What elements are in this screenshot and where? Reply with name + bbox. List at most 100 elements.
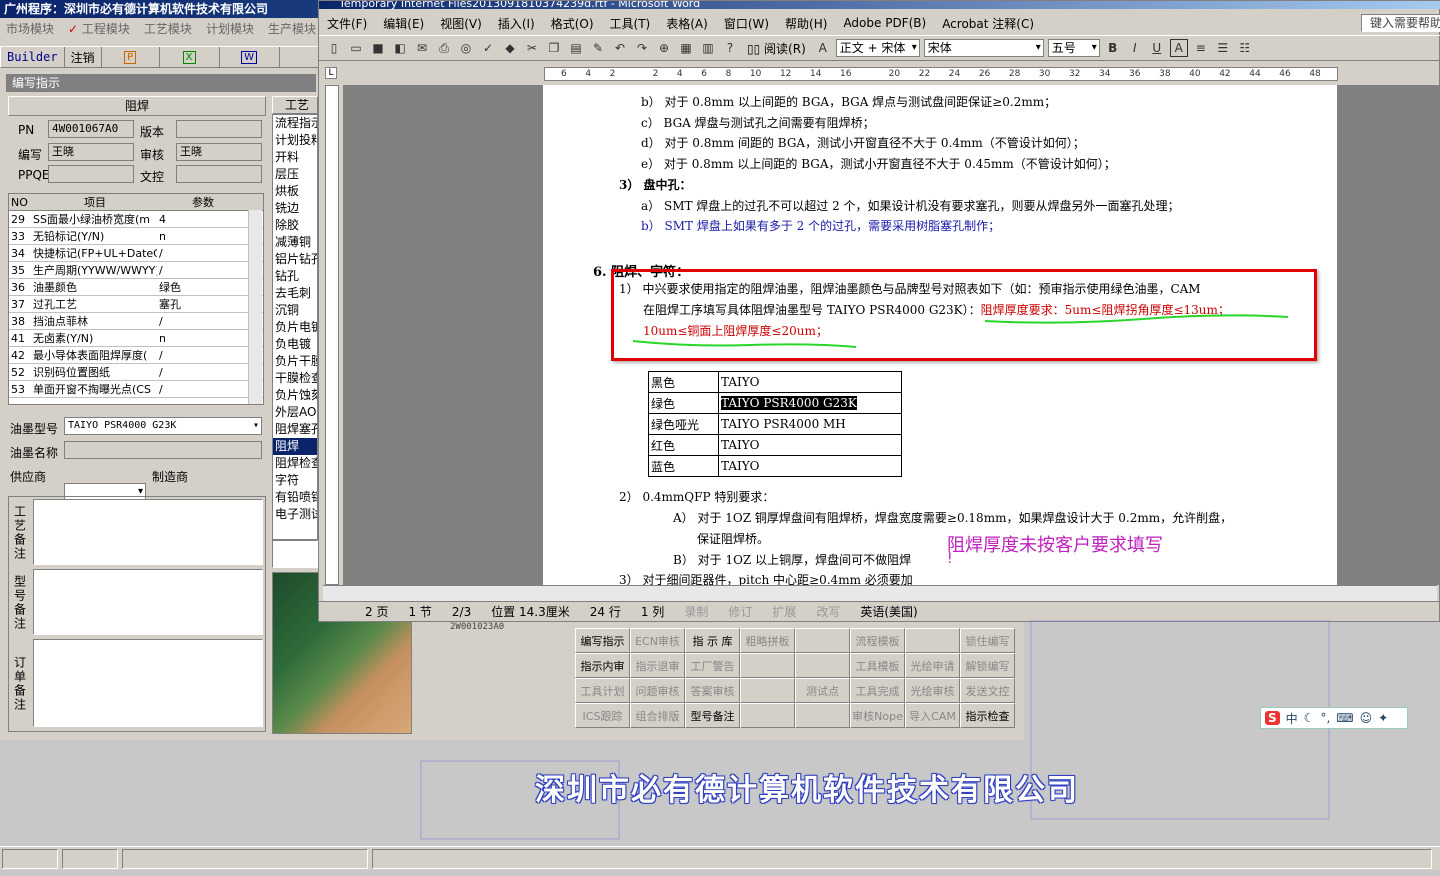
menu-help[interactable]: 帮助(H) <box>777 15 835 32</box>
styles-icon[interactable]: A <box>814 39 832 57</box>
menu-engineering[interactable]: ✓ 工程模块 <box>68 20 130 37</box>
doc-control-field[interactable] <box>176 165 262 183</box>
process-list-item[interactable]: 有铅喷锡 <box>273 489 317 506</box>
ink-color-cell[interactable]: 红色 <box>648 434 719 456</box>
read-mode-button[interactable]: ▯▯ 阅读(R) <box>743 40 810 57</box>
ink-color-cell[interactable]: 绿色 <box>648 392 719 414</box>
new-document-icon[interactable]: ▯ <box>325 39 343 57</box>
menu-acrobat-comments[interactable]: Acrobat 注释(C) <box>934 15 1042 32</box>
email-icon[interactable]: ✉ <box>413 39 431 57</box>
ink-color-cell[interactable]: 蓝色 <box>648 455 719 477</box>
process-list-item[interactable]: 负电镀 <box>273 336 317 353</box>
function-button[interactable]: 测试点 <box>795 678 850 703</box>
function-button[interactable]: 解锁编写 <box>960 653 1015 678</box>
process-list-item[interactable]: 铝片钻孔 <box>273 251 317 268</box>
logout-button[interactable]: 注销 <box>65 47 102 67</box>
function-button[interactable]: 编写指示 <box>575 628 630 653</box>
table-row[interactable]: 52 识别码位置图纸 / <box>9 364 263 381</box>
parameter-scrollbar[interactable] <box>248 210 262 404</box>
menu-view[interactable]: 视图(V) <box>432 15 490 32</box>
table-row[interactable]: 29 SS面最小绿油桥宽度(m 4 <box>9 211 263 228</box>
powerpoint-icon[interactable]: P <box>102 47 160 67</box>
function-button[interactable]: 流程模板 <box>850 628 905 653</box>
function-button[interactable]: 导入CAM <box>905 703 960 728</box>
table-row[interactable]: 35 生产周期(YYWW/WWYY) / <box>9 262 263 279</box>
format-painter-icon[interactable]: ✎ <box>589 39 607 57</box>
table-row[interactable]: 36 油墨颜色 绿色 <box>9 279 263 296</box>
horizontal-scrollbar[interactable] <box>323 585 1437 601</box>
author-field[interactable]: 王晓 <box>48 143 134 161</box>
process-list-item[interactable]: 阻焊检查 <box>273 455 317 472</box>
vertical-ruler[interactable] <box>325 85 339 585</box>
process-list-item[interactable]: 字符 <box>273 472 317 489</box>
process-list-item[interactable]: 负片蚀刻 <box>273 387 317 404</box>
function-button[interactable]: 工厂警告 <box>685 653 740 678</box>
order-note-field[interactable] <box>33 639 263 727</box>
italic-icon[interactable]: I <box>1126 39 1144 57</box>
status-overwrite[interactable]: 改写 <box>816 603 840 620</box>
pn-field[interactable]: 4W001067A0 <box>48 120 134 138</box>
process-list-item[interactable]: 除胶 <box>273 217 317 234</box>
style-select[interactable]: 正文 + 宋体 <box>835 39 920 57</box>
status-language[interactable]: 英语(美国) <box>860 603 917 620</box>
function-button[interactable] <box>795 653 850 678</box>
status-record[interactable]: 录制 <box>684 603 708 620</box>
status-extend[interactable]: 扩展 <box>772 603 796 620</box>
horizontal-ruler[interactable]: 6 4 2 2 4 6 8 10 12 14 16 20 22 24 26 28 30 32 34 36 38 40 42 4… <box>544 67 1338 81</box>
process-list-item[interactable]: 电子测试 <box>273 506 317 523</box>
menu-insert[interactable]: 插入(I) <box>490 15 543 32</box>
menu-format[interactable]: 格式(O) <box>543 15 602 32</box>
font-select[interactable]: 宋体 <box>923 39 1044 57</box>
process-list-item[interactable]: 钻孔 <box>273 268 317 285</box>
word-icon[interactable]: W <box>220 47 280 67</box>
process-list-item[interactable]: 减薄铜 <box>273 234 317 251</box>
underline-icon[interactable]: U <box>1148 39 1166 57</box>
function-button[interactable]: 问题审核 <box>630 678 685 703</box>
align-icon[interactable]: ≡ <box>1192 39 1210 57</box>
ink-model-cell[interactable]: TAIYO <box>718 434 902 456</box>
permission-icon[interactable]: ◧ <box>391 39 409 57</box>
process-list-item[interactable]: 开料 <box>273 149 317 166</box>
function-button[interactable] <box>740 653 795 678</box>
process-list-item[interactable]: 负片干膜 <box>273 353 317 370</box>
function-button[interactable]: 指示检查 <box>960 703 1015 728</box>
ink-name-field[interactable] <box>64 441 262 459</box>
function-button[interactable]: 指示退审 <box>630 653 685 678</box>
print-preview-icon[interactable]: ◎ <box>457 39 475 57</box>
function-button[interactable]: 工具计划 <box>575 678 630 703</box>
menu-file[interactable]: 文件(F) <box>319 15 375 32</box>
bullets-icon[interactable]: ☷ <box>1236 39 1254 57</box>
process-list-item[interactable]: 流程指示 <box>273 115 317 132</box>
function-button[interactable]: 发送文控 <box>960 678 1015 703</box>
builder-button[interactable]: Builder <box>1 47 65 67</box>
table-row[interactable]: 37 过孔工艺 塞孔 <box>9 296 263 313</box>
function-button[interactable]: 答案审核 <box>685 678 740 703</box>
open-folder-icon[interactable]: ▭ <box>347 39 365 57</box>
ink-model-cell[interactable]: TAIYO <box>718 455 902 477</box>
process-list-item[interactable]: 计划投料 <box>273 132 317 149</box>
function-button[interactable]: ICS跟踪 <box>575 703 630 728</box>
function-button[interactable]: 工具完成 <box>850 678 905 703</box>
document-page[interactable]: b） 对于 0.8mm 以上间距的 BGA，BGA 焊点与测试盘间距保证≥0.2… <box>543 85 1337 585</box>
status-revision[interactable]: 修订 <box>728 603 752 620</box>
ink-type-select[interactable]: TAIYO PSR4000 G23K <box>64 417 262 435</box>
process-list-item[interactable]: 外层AOI <box>273 404 317 421</box>
model-note-field[interactable] <box>33 569 263 635</box>
ink-model-cell[interactable]: TAIYO <box>718 371 902 393</box>
process-list-item[interactable]: 烘板 <box>273 183 317 200</box>
function-button[interactable]: 锁住编写 <box>960 628 1015 653</box>
function-button[interactable]: 型号备注 <box>685 703 740 728</box>
process-search-field[interactable] <box>272 540 318 568</box>
menu-adobe-pdf[interactable]: Adobe PDF(B) <box>835 16 934 30</box>
process-list-item[interactable]: 层压 <box>273 166 317 183</box>
menu-tools[interactable]: 工具(T) <box>602 15 659 32</box>
copy-icon[interactable]: ❐ <box>545 39 563 57</box>
process-list-item[interactable]: 阻焊 <box>273 438 317 455</box>
menu-plan[interactable]: 计划模块 <box>206 20 254 37</box>
table-row[interactable]: 53 单面开窗不掏曝光点(CS / <box>9 381 263 398</box>
ink-color-cell[interactable]: 黑色 <box>648 371 719 393</box>
menu-market[interactable]: 市场模块 <box>6 20 54 37</box>
function-button[interactable] <box>795 703 850 728</box>
process-list-item[interactable]: 铣边 <box>273 200 317 217</box>
function-button[interactable]: 组合排版 <box>630 703 685 728</box>
